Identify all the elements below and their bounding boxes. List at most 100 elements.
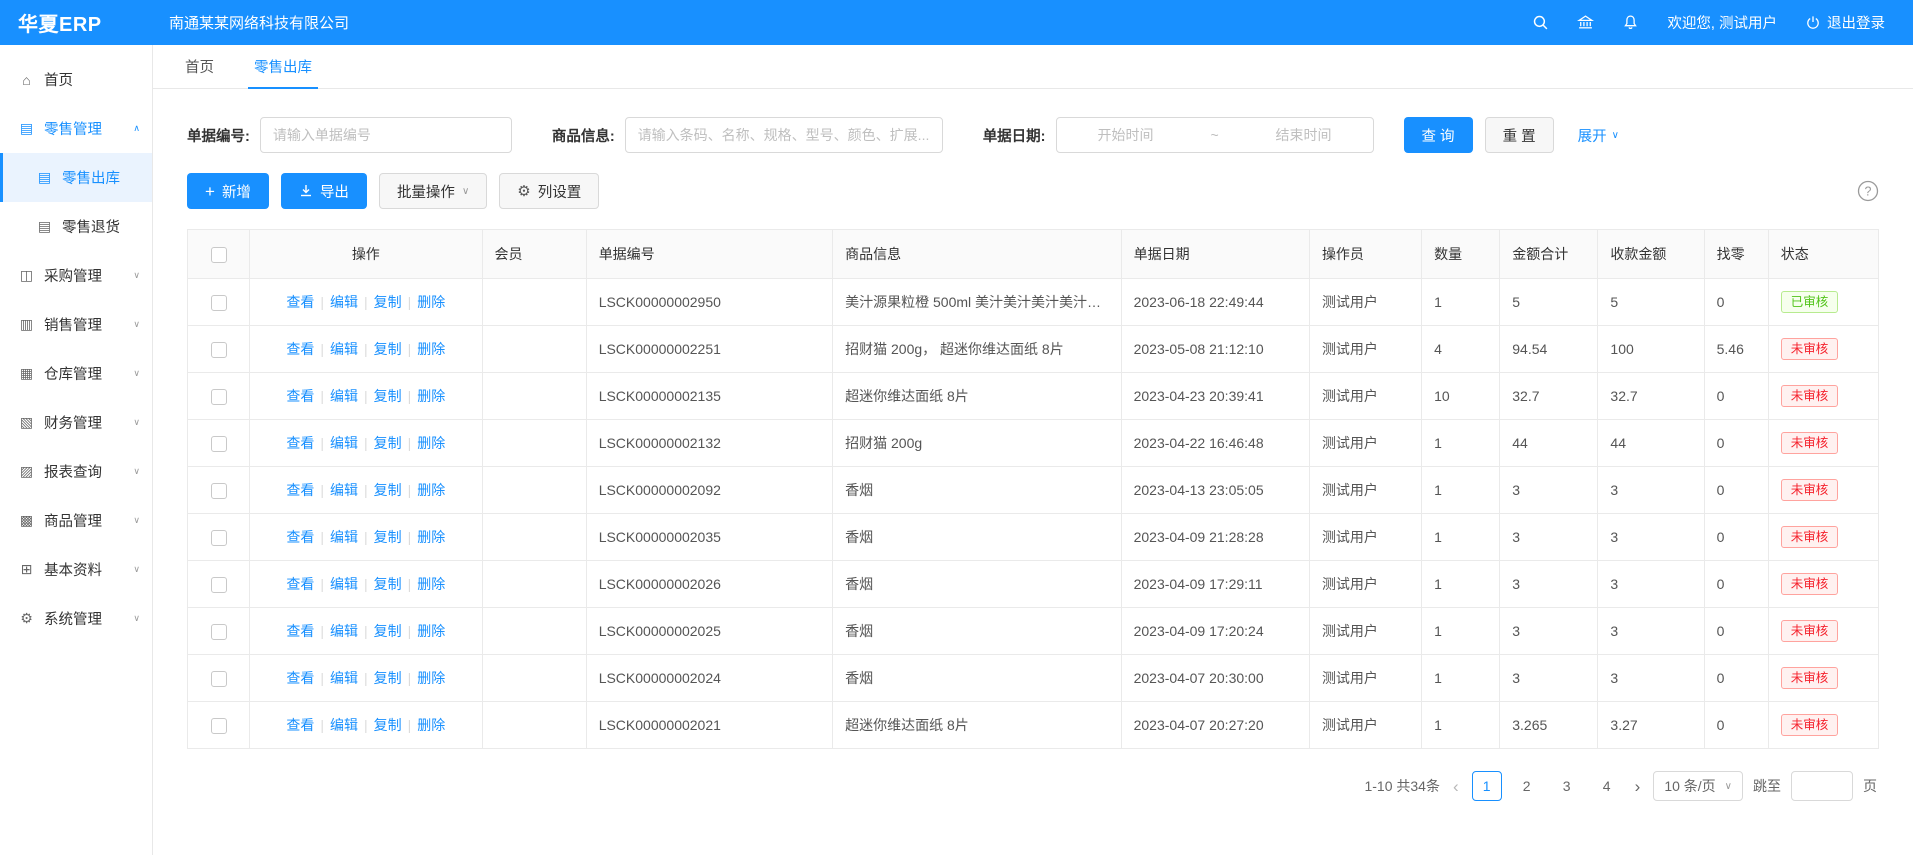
page-size-select[interactable]: 10 条/页 ∨ <box>1653 771 1743 801</box>
view-link[interactable]: 查看 <box>286 717 314 733</box>
prev-page-button[interactable]: ‹ <box>1450 778 1462 795</box>
copy-link[interactable]: 复制 <box>374 670 402 686</box>
view-link[interactable]: 查看 <box>286 576 314 592</box>
copy-link[interactable]: 复制 <box>374 623 402 639</box>
add-button[interactable]: + 新增 <box>187 173 269 209</box>
sidebar-item-system-management[interactable]: ⚙ 系统管理 ∨ <box>0 594 152 643</box>
product-cell: 招财猫 200g <box>833 420 1122 467</box>
edit-link[interactable]: 编辑 <box>330 623 358 639</box>
edit-link[interactable]: 编辑 <box>330 576 358 592</box>
delete-link[interactable]: 删除 <box>417 529 445 545</box>
row-checkbox[interactable] <box>211 624 227 640</box>
date-start-input[interactable] <box>1067 127 1185 143</box>
bank-icon[interactable] <box>1577 14 1594 31</box>
row-checkbox[interactable] <box>211 342 227 358</box>
sidebar: ⌂ 首页 ▤ 零售管理 ∧ ▤ 零售出库 ▤ 零售退货 ◫ 采购管理 ∨ <box>0 45 153 855</box>
col-header-product: 商品信息 <box>833 230 1122 279</box>
sidebar-item-home[interactable]: ⌂ 首页 <box>0 55 152 104</box>
view-link[interactable]: 查看 <box>286 670 314 686</box>
column-settings-button[interactable]: ⚙ 列设置 <box>499 173 599 209</box>
status-cell: 未审核 <box>1768 514 1878 561</box>
view-link[interactable]: 查看 <box>286 529 314 545</box>
copy-link[interactable]: 复制 <box>374 576 402 592</box>
page-button-1[interactable]: 1 <box>1472 771 1502 801</box>
copy-link[interactable]: 复制 <box>374 388 402 404</box>
doc-no-cell: LSCK00000002251 <box>586 326 832 373</box>
row-checkbox[interactable] <box>211 295 227 311</box>
view-link[interactable]: 查看 <box>286 294 314 310</box>
copy-link[interactable]: 复制 <box>374 435 402 451</box>
doc-no-input[interactable] <box>260 117 512 153</box>
product-info-input[interactable] <box>625 117 943 153</box>
view-link[interactable]: 查看 <box>286 435 314 451</box>
date-end-input[interactable] <box>1245 127 1363 143</box>
edit-link[interactable]: 编辑 <box>330 435 358 451</box>
select-all-checkbox[interactable] <box>211 247 227 263</box>
page-button-2[interactable]: 2 <box>1512 771 1542 801</box>
logout-button[interactable]: 退出登录 <box>1805 12 1885 33</box>
edit-link[interactable]: 编辑 <box>330 388 358 404</box>
sidebar-item-basic-data[interactable]: ⊞ 基本资料 ∨ <box>0 545 152 594</box>
edit-link[interactable]: 编辑 <box>330 482 358 498</box>
change-cell: 0 <box>1704 561 1768 608</box>
row-checkbox[interactable] <box>211 718 227 734</box>
jump-input[interactable] <box>1791 771 1853 801</box>
delete-link[interactable]: 删除 <box>417 670 445 686</box>
delete-link[interactable]: 删除 <box>417 717 445 733</box>
edit-link[interactable]: 编辑 <box>330 670 358 686</box>
delete-link[interactable]: 删除 <box>417 341 445 357</box>
date-range-picker[interactable]: ~ <box>1056 117 1374 153</box>
delete-link[interactable]: 删除 <box>417 294 445 310</box>
row-checkbox[interactable] <box>211 483 227 499</box>
row-checkbox[interactable] <box>211 530 227 546</box>
divider: | <box>408 717 412 733</box>
delete-link[interactable]: 删除 <box>417 623 445 639</box>
copy-link[interactable]: 复制 <box>374 482 402 498</box>
edit-link[interactable]: 编辑 <box>330 294 358 310</box>
search-button[interactable]: 查 询 <box>1404 117 1473 153</box>
copy-link[interactable]: 复制 <box>374 341 402 357</box>
copy-link[interactable]: 复制 <box>374 717 402 733</box>
view-link[interactable]: 查看 <box>286 482 314 498</box>
copy-link[interactable]: 复制 <box>374 529 402 545</box>
delete-link[interactable]: 删除 <box>417 388 445 404</box>
view-link[interactable]: 查看 <box>286 388 314 404</box>
sidebar-item-retail-management[interactable]: ▤ 零售管理 ∧ <box>0 104 152 153</box>
sidebar-item-purchase-management[interactable]: ◫ 采购管理 ∨ <box>0 251 152 300</box>
expand-link[interactable]: 展开 ∨ <box>1578 125 1619 146</box>
col-header-doc-no: 单据编号 <box>586 230 832 279</box>
sidebar-item-sales-management[interactable]: ▥ 销售管理 ∨ <box>0 300 152 349</box>
tab-home[interactable]: 首页 <box>185 45 214 88</box>
sidebar-item-warehouse-management[interactable]: ▦ 仓库管理 ∨ <box>0 349 152 398</box>
view-link[interactable]: 查看 <box>286 623 314 639</box>
sidebar-item-finance-management[interactable]: ▧ 财务管理 ∨ <box>0 398 152 447</box>
sidebar-item-retail-returns[interactable]: ▤ 零售退货 <box>0 202 152 251</box>
edit-link[interactable]: 编辑 <box>330 717 358 733</box>
row-checkbox[interactable] <box>211 577 227 593</box>
delete-link[interactable]: 删除 <box>417 435 445 451</box>
batch-actions-button[interactable]: 批量操作 ∨ <box>379 173 487 209</box>
export-button[interactable]: 导出 <box>281 173 367 209</box>
reset-button[interactable]: 重 置 <box>1485 117 1554 153</box>
delete-link[interactable]: 删除 <box>417 576 445 592</box>
next-page-button[interactable]: › <box>1632 778 1644 795</box>
row-checkbox[interactable] <box>211 389 227 405</box>
delete-link[interactable]: 删除 <box>417 482 445 498</box>
view-link[interactable]: 查看 <box>286 341 314 357</box>
row-checkbox[interactable] <box>211 671 227 687</box>
help-icon[interactable]: ? <box>1857 180 1879 202</box>
row-checkbox[interactable] <box>211 436 227 452</box>
sidebar-item-report-query[interactable]: ▨ 报表查询 ∨ <box>0 447 152 496</box>
page-button-3[interactable]: 3 <box>1552 771 1582 801</box>
page-button-4[interactable]: 4 <box>1592 771 1622 801</box>
edit-link[interactable]: 编辑 <box>330 341 358 357</box>
sidebar-item-retail-outbound[interactable]: ▤ 零售出库 <box>0 153 152 202</box>
sidebar-item-product-management[interactable]: ▩ 商品管理 ∨ <box>0 496 152 545</box>
copy-link[interactable]: 复制 <box>374 294 402 310</box>
tab-retail-outbound[interactable]: 零售出库 <box>254 45 312 88</box>
operator-cell: 测试用户 <box>1309 420 1421 467</box>
search-icon[interactable] <box>1532 14 1549 31</box>
edit-link[interactable]: 编辑 <box>330 529 358 545</box>
bell-icon[interactable] <box>1622 14 1639 31</box>
actions-cell: 查看|编辑|复制|删除 <box>250 655 482 702</box>
